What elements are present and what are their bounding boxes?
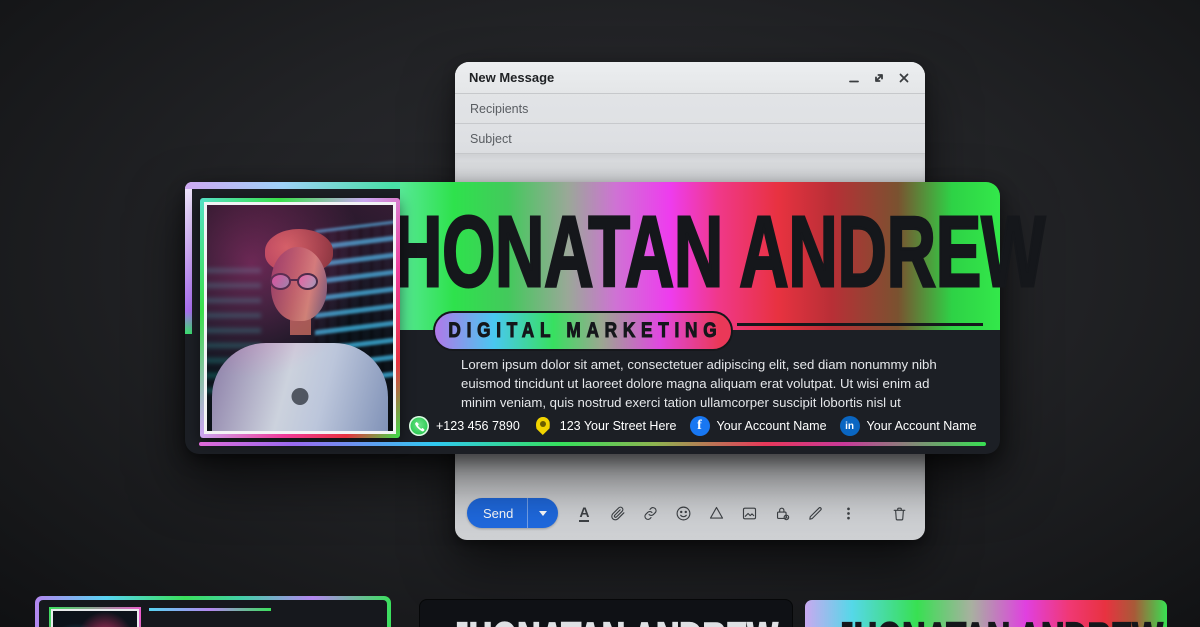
gradient-title-panel: JHONATAN ANDREW [400, 182, 1000, 330]
street-address: 123 Your Street Here [560, 419, 677, 433]
preview-2-name: JHONATAN ANDREW [451, 616, 778, 627]
preview-1-name: JHONATAN ANDREW [155, 622, 391, 627]
compose-title: New Message [469, 70, 554, 85]
signature-name: JHONATAN ANDREW [355, 195, 1045, 310]
contact-row: +123 456 7890 123 Your Street Here f You… [409, 414, 984, 438]
discard-draft-icon[interactable] [887, 501, 911, 525]
toolbar-icons: A [572, 501, 860, 525]
recipients-field[interactable]: Recipients [455, 94, 925, 124]
gradient-bottom-line [199, 442, 986, 446]
preview-1-accent-line [149, 608, 271, 611]
preview-1-photo [49, 607, 141, 627]
send-options-caret-icon[interactable] [528, 511, 558, 516]
gradient-frame-left [185, 182, 192, 334]
profile-photo [200, 198, 400, 438]
facebook-account-name: Your Account Name [717, 419, 827, 433]
attach-file-icon[interactable] [605, 501, 629, 525]
linkedin-contact[interactable]: in Your Account Name [840, 416, 977, 436]
preview-3-name: JHONATAN ANDREW [836, 616, 1163, 627]
signature-pen-icon[interactable] [803, 501, 827, 525]
minimize-icon[interactable] [847, 71, 861, 85]
desktop-background: New Message Recipients Subject Send [0, 0, 1200, 627]
drive-icon[interactable] [704, 501, 728, 525]
address-contact[interactable]: 123 Your Street Here [533, 416, 677, 436]
more-options-icon[interactable] [836, 501, 860, 525]
subject-placeholder: Subject [470, 132, 512, 146]
profile-photo-image [207, 205, 393, 431]
send-button-label: Send [467, 506, 527, 521]
formatting-options-icon[interactable]: A [572, 501, 596, 525]
confidential-mode-icon[interactable] [770, 501, 794, 525]
recipients-placeholder: Recipients [470, 102, 528, 116]
signature-preview-2[interactable]: JHONATAN ANDREW [420, 600, 792, 627]
insert-emoji-icon[interactable] [671, 501, 695, 525]
insert-link-icon[interactable] [638, 501, 662, 525]
linkedin-account-name: Your Account Name [867, 419, 977, 433]
signature-preview-1[interactable]: JHONATAN ANDREW [35, 596, 391, 627]
phone-contact[interactable]: +123 456 7890 [409, 416, 520, 436]
email-signature-banner: JHONATAN ANDREW [185, 182, 1000, 454]
bio-text: Lorem ipsum dolor sit amet, consectetuer… [461, 356, 953, 413]
facebook-contact[interactable]: f Your Account Name [690, 416, 827, 436]
close-icon[interactable] [897, 71, 911, 85]
linkedin-icon: in [840, 416, 860, 436]
send-button[interactable]: Send [467, 498, 558, 528]
compose-header[interactable]: New Message [455, 62, 925, 94]
whatsapp-icon [409, 416, 429, 436]
insert-photo-icon[interactable] [737, 501, 761, 525]
window-controls [847, 71, 911, 85]
divider-line [737, 323, 983, 326]
pop-out-icon[interactable] [872, 71, 886, 85]
subject-field[interactable]: Subject [455, 124, 925, 154]
gradient-frame-top [185, 182, 403, 189]
role-badge-label: DIGITAL MARKETING [443, 319, 723, 343]
phone-number: +123 456 7890 [436, 419, 520, 433]
location-pin-icon [533, 416, 553, 436]
compose-toolbar: Send A [455, 494, 925, 540]
role-badge: DIGITAL MARKETING [433, 311, 733, 351]
facebook-icon: f [690, 416, 710, 436]
signature-preview-3[interactable]: JHONATAN ANDREW [805, 600, 1167, 627]
